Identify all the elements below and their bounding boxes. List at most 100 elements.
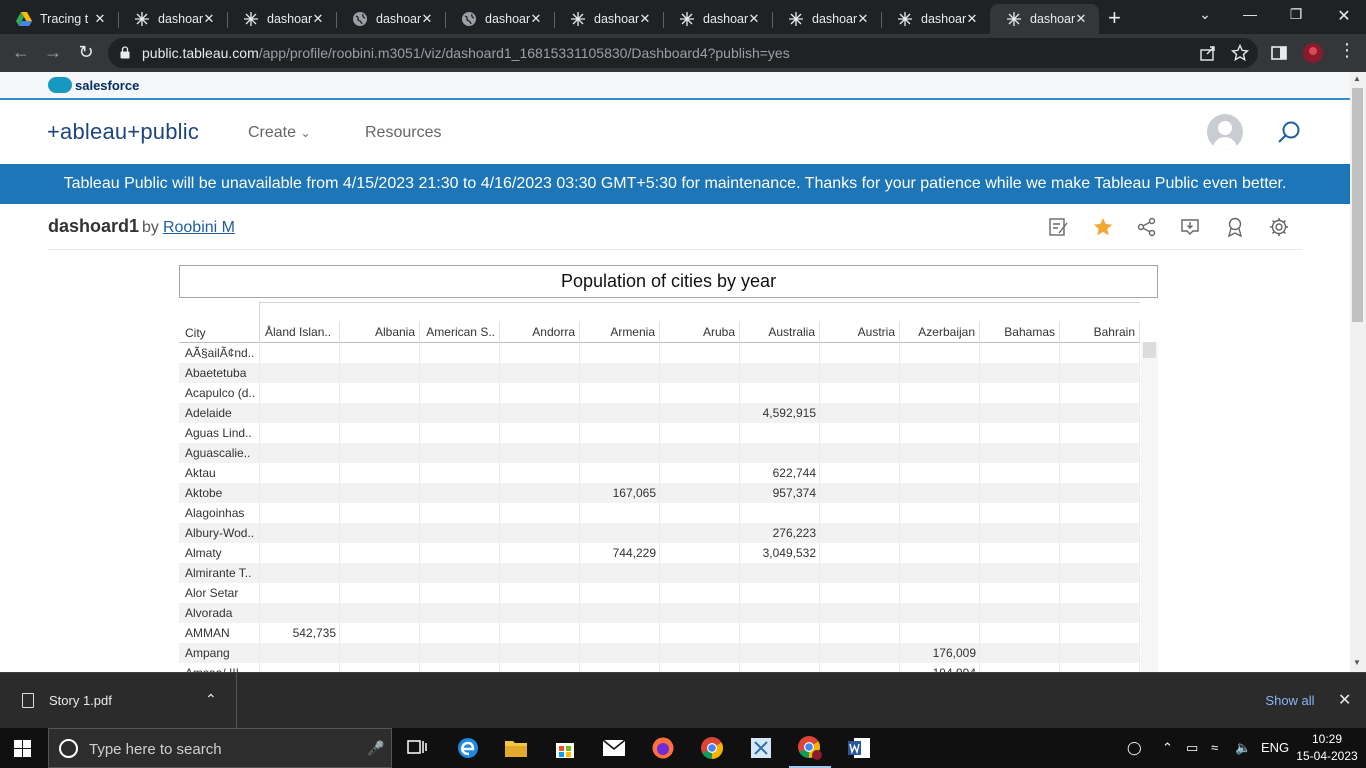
chrome-profile-icon[interactable]	[789, 734, 831, 768]
city-label[interactable]: Almaty	[185, 546, 259, 560]
browser-tab[interactable]: dashoar ✕	[772, 4, 881, 34]
browser-tab[interactable]: dashoar ✕	[663, 4, 772, 34]
user-avatar[interactable]	[1207, 114, 1243, 150]
column-header[interactable]: Andorra	[500, 322, 580, 342]
download-item[interactable]: Story 1.pdf ⌃	[0, 673, 237, 729]
city-label[interactable]: Alagoinhas	[185, 506, 259, 520]
table-cell[interactable]: 167,065	[580, 486, 660, 500]
browser-menu-icon[interactable]: ⋮	[1336, 40, 1358, 61]
page-scrollbar[interactable]: ▲ ▼	[1350, 72, 1366, 672]
close-download-bar-icon[interactable]: ✕	[1338, 690, 1351, 710]
window-close-button[interactable]: ✕	[1334, 6, 1354, 26]
city-label[interactable]: Alvorada	[185, 606, 259, 620]
city-label[interactable]: Aktau	[185, 466, 259, 480]
chrome-icon[interactable]	[698, 734, 726, 762]
city-label[interactable]: Almirante T..	[185, 566, 259, 580]
file-explorer-icon[interactable]	[502, 734, 530, 762]
city-label[interactable]: AÃ§ailÃ¢nd..	[185, 346, 259, 360]
tab-close-icon[interactable]: ✕	[419, 11, 435, 27]
volume-icon[interactable]: 🔈	[1235, 740, 1251, 756]
task-view-icon[interactable]	[403, 734, 431, 762]
scroll-up-icon[interactable]: ▲	[1353, 74, 1361, 83]
city-label[interactable]: Ampang	[185, 646, 259, 660]
firefox-icon[interactable]	[649, 734, 677, 762]
download-icon[interactable]	[1179, 216, 1201, 238]
clock[interactable]: 10:29 15-04-2023	[1296, 731, 1358, 765]
table-cell[interactable]: 622,744	[740, 466, 820, 480]
reload-button[interactable]: ↻	[75, 42, 97, 63]
back-button[interactable]: ←	[10, 42, 32, 63]
table-cell[interactable]: 542,735	[260, 626, 340, 640]
page-scroll-thumb[interactable]	[1352, 88, 1363, 322]
show-all-button[interactable]: Show all	[1254, 687, 1326, 715]
city-label[interactable]: Aguas Lind..	[185, 426, 259, 440]
column-header[interactable]: Åland Islan..	[260, 322, 340, 342]
show-hidden-icons-chevron[interactable]: ⌃	[1162, 740, 1173, 756]
city-label[interactable]: AMMAN	[185, 626, 259, 640]
city-label[interactable]: Adelaide	[185, 406, 259, 420]
taskbar-search-box[interactable]: Type here to search 🎤	[48, 728, 392, 768]
author-link[interactable]: Roobini M	[163, 219, 235, 236]
column-header[interactable]: American S..	[420, 322, 500, 342]
browser-tab[interactable]: dashoar ✕	[554, 4, 663, 34]
minimize-button[interactable]: —	[1240, 6, 1260, 22]
table-cell[interactable]: 4,592,915	[740, 406, 820, 420]
side-panel-icon[interactable]	[1270, 44, 1288, 62]
restore-button[interactable]: ❐	[1286, 6, 1306, 23]
column-header[interactable]: Armenia	[580, 322, 660, 342]
city-label[interactable]: Aktobe	[185, 486, 259, 500]
wifi-icon[interactable]: ≈	[1211, 740, 1218, 755]
tableau-public-logo[interactable]: +ableau+public	[47, 119, 199, 145]
browser-tab[interactable]: dashoar ✕	[118, 4, 227, 34]
tab-close-icon[interactable]: ✕	[528, 11, 544, 27]
chevron-up-icon[interactable]: ⌃	[205, 691, 217, 708]
table-cell[interactable]: 3,049,532	[740, 546, 820, 560]
column-header[interactable]: Austria	[820, 322, 900, 342]
bookmark-star-icon[interactable]	[1231, 44, 1249, 62]
microphone-icon[interactable]: 🎤	[367, 740, 384, 757]
edge-icon[interactable]	[454, 734, 482, 762]
browser-tab[interactable]: dashoar ✕	[881, 4, 990, 34]
tab-close-icon[interactable]: ✕	[964, 11, 980, 27]
column-header[interactable]: Australia	[740, 322, 820, 342]
table-cell[interactable]: 744,229	[580, 546, 660, 560]
settings-gear-icon[interactable]	[1268, 216, 1290, 238]
column-header[interactable]: Albania	[340, 322, 420, 342]
city-label[interactable]: Abaetetuba	[185, 366, 259, 380]
browser-tab[interactable]: Tracing t ✕	[0, 4, 118, 34]
table-cell[interactable]: 176,009	[900, 646, 980, 660]
forward-button[interactable]: →	[42, 42, 64, 63]
nav-resources[interactable]: Resources	[365, 124, 441, 142]
table-scrollbar[interactable]	[1141, 342, 1158, 672]
city-label[interactable]: Alor Setar	[185, 586, 259, 600]
nav-create[interactable]: Create ⌄	[248, 124, 311, 142]
share-icon[interactable]	[1136, 216, 1158, 238]
search-icon[interactable]	[1276, 120, 1302, 146]
tab-close-icon[interactable]: ✕	[1073, 11, 1089, 27]
snip-tool-icon[interactable]	[747, 734, 775, 762]
table-cell[interactable]: 957,374	[740, 486, 820, 500]
column-header[interactable]: Azerbaijan	[900, 322, 980, 342]
battery-icon[interactable]: ▭	[1186, 740, 1198, 756]
omnibox[interactable]: public.tableau.com/app/profile/roobini.m…	[108, 38, 1258, 68]
tab-close-icon[interactable]: ✕	[746, 11, 762, 27]
edit-viz-icon[interactable]	[1048, 216, 1070, 238]
word-icon[interactable]	[845, 734, 873, 762]
tab-search-chevron-icon[interactable]: ⌄	[1195, 6, 1215, 23]
share-page-icon[interactable]	[1199, 44, 1217, 62]
language-indicator[interactable]: ENG	[1261, 740, 1289, 755]
microsoft-store-icon[interactable]	[551, 734, 579, 762]
salesforce-logo[interactable]: salesforce	[48, 77, 139, 93]
profile-avatar-icon[interactable]	[1303, 43, 1323, 63]
mail-icon[interactable]	[600, 734, 628, 762]
browser-tab[interactable]: dashoar ✕	[227, 4, 336, 34]
table-cell[interactable]: 276,223	[740, 526, 820, 540]
tab-close-icon[interactable]: ✕	[201, 11, 217, 27]
tab-close-icon[interactable]: ✕	[855, 11, 871, 27]
browser-tab[interactable]: dashoar ✕	[445, 4, 554, 34]
column-header[interactable]: Bahamas	[980, 322, 1060, 342]
city-label[interactable]: Albury-Wod..	[185, 526, 259, 540]
column-header[interactable]: Aruba	[660, 322, 740, 342]
favorite-star-icon[interactable]	[1092, 216, 1114, 238]
viz-of-the-day-badge-icon[interactable]	[1224, 216, 1246, 238]
